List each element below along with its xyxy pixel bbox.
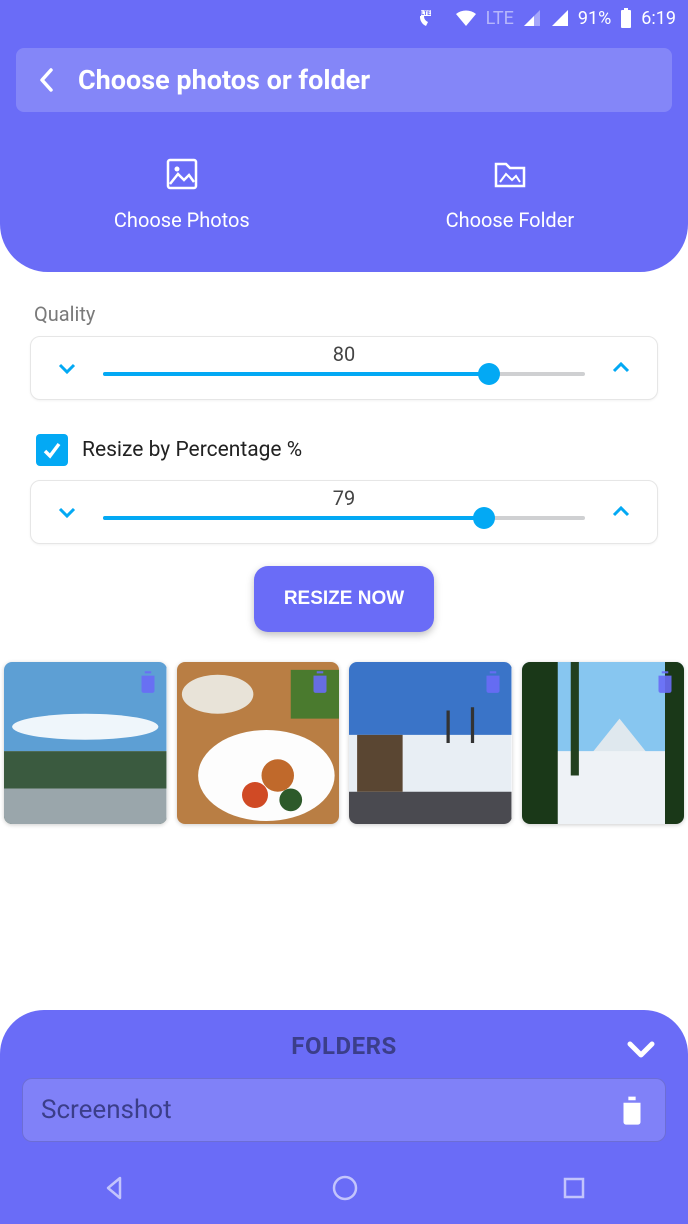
choose-photos-button[interactable]: Choose Photos: [114, 154, 250, 232]
photo-icon: [162, 154, 202, 194]
quality-value: 80: [103, 342, 585, 366]
resize-value: 79: [103, 486, 585, 510]
wifi-icon: [454, 8, 478, 28]
delete-folder-icon[interactable]: [617, 1093, 647, 1127]
quality-slider-card: 80: [30, 336, 658, 400]
folder-name: Screenshot: [41, 1095, 172, 1125]
thumbnail-list: [0, 632, 688, 824]
navigation-bar: [0, 1152, 688, 1224]
lte-label: LTE: [486, 8, 514, 29]
clock: 6:19: [641, 8, 676, 29]
delete-icon[interactable]: [135, 668, 161, 694]
signal-icon-2: [550, 8, 570, 28]
resize-increase-button[interactable]: [601, 492, 641, 532]
quality-label: Quality: [34, 302, 658, 326]
chevron-down-icon[interactable]: [622, 1030, 660, 1068]
quality-decrease-button[interactable]: [47, 348, 87, 388]
volte-icon: LTE: [418, 8, 446, 28]
choose-folder-label: Choose Folder: [446, 208, 575, 232]
choose-photos-label: Choose Photos: [114, 208, 250, 232]
thumbnail-item[interactable]: [522, 662, 685, 824]
page-title: Choose photos or folder: [78, 64, 370, 96]
nav-recent-icon[interactable]: [560, 1174, 588, 1202]
folder-row[interactable]: Screenshot: [22, 1078, 666, 1142]
resize-decrease-button[interactable]: [47, 492, 87, 532]
title-bar: Choose photos or folder: [16, 48, 672, 112]
resize-slider-card: 79: [30, 480, 658, 544]
folders-title: FOLDERS: [291, 1032, 396, 1060]
battery-icon: [619, 7, 633, 29]
thumbnail-item[interactable]: [177, 662, 340, 824]
folders-panel: FOLDERS Screenshot: [0, 1010, 688, 1152]
quality-increase-button[interactable]: [601, 348, 641, 388]
thumbnail-item[interactable]: [4, 662, 167, 824]
header-panel: Choose photos or folder Choose Photos Ch…: [0, 36, 688, 272]
battery-percent: 91%: [578, 8, 611, 29]
resize-now-button[interactable]: RESIZE NOW: [254, 566, 434, 632]
svg-text:LTE: LTE: [421, 10, 431, 17]
nav-back-icon[interactable]: [100, 1173, 130, 1203]
resize-slider[interactable]: 79: [103, 492, 585, 532]
resize-checkbox-label: Resize by Percentage %: [82, 438, 302, 462]
delete-icon[interactable]: [480, 668, 506, 694]
choose-folder-button[interactable]: Choose Folder: [446, 154, 575, 232]
back-icon[interactable]: [36, 66, 58, 94]
folders-header[interactable]: FOLDERS: [22, 1032, 666, 1060]
resize-checkbox[interactable]: [36, 434, 68, 466]
quality-slider[interactable]: 80: [103, 348, 585, 388]
folder-icon: [490, 154, 530, 194]
delete-icon[interactable]: [307, 668, 333, 694]
content-area: Quality 80 Resize by Percentage % 79: [0, 272, 688, 632]
thumbnail-item[interactable]: [349, 662, 512, 824]
delete-icon[interactable]: [652, 668, 678, 694]
status-bar: LTE LTE 91% 6:19: [0, 0, 688, 36]
signal-icon-1: [522, 8, 542, 28]
nav-home-icon[interactable]: [330, 1173, 360, 1203]
